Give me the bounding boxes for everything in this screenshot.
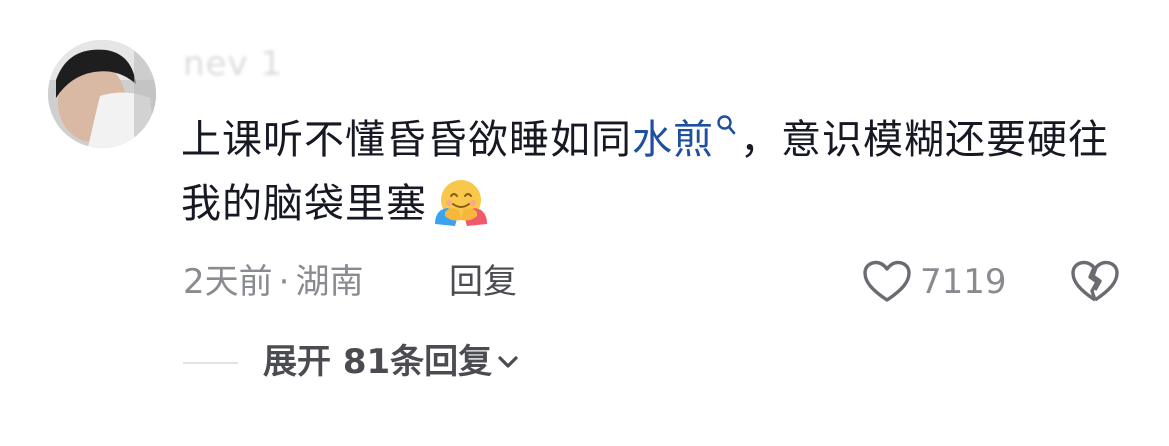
avatar-image <box>48 40 156 148</box>
search-icon[interactable] <box>716 114 736 136</box>
meta-separator: · <box>278 262 290 302</box>
broken-heart-icon[interactable] <box>1070 260 1120 304</box>
reply-button[interactable]: 回复 <box>449 258 517 306</box>
username[interactable]: nev 1 <box>183 44 283 84</box>
comment-text: 上课听不懂昏昏欲睡如同水煎 ，意识模糊还要硬往我的脑袋里塞 <box>181 108 1141 236</box>
expand-replies-button[interactable]: 展开 81条回复 <box>263 338 520 386</box>
like-count: 7119 <box>920 262 1007 302</box>
comment-location: 湖南 <box>295 262 364 302</box>
comment-time: 2天前 <box>183 262 273 302</box>
comment-item: nev 1 上课听不懂昏昏欲睡如同水煎 ，意识模糊还要硬往我的脑袋里塞 2天前 · 湖… <box>0 0 1169 446</box>
comment-meta: 2天前 · 湖南 <box>183 258 363 306</box>
expand-divider <box>183 362 238 364</box>
keyword-link[interactable]: 水煎 <box>632 117 714 163</box>
heart-icon[interactable] <box>862 260 912 304</box>
chevron-down-icon <box>498 355 518 368</box>
expand-replies-label: 展开 81条回复 <box>263 342 493 382</box>
avatar[interactable] <box>48 40 156 148</box>
hugging-face-emoji <box>435 180 487 226</box>
comment-text-before: 上课听不懂昏昏欲睡如同 <box>181 117 632 163</box>
